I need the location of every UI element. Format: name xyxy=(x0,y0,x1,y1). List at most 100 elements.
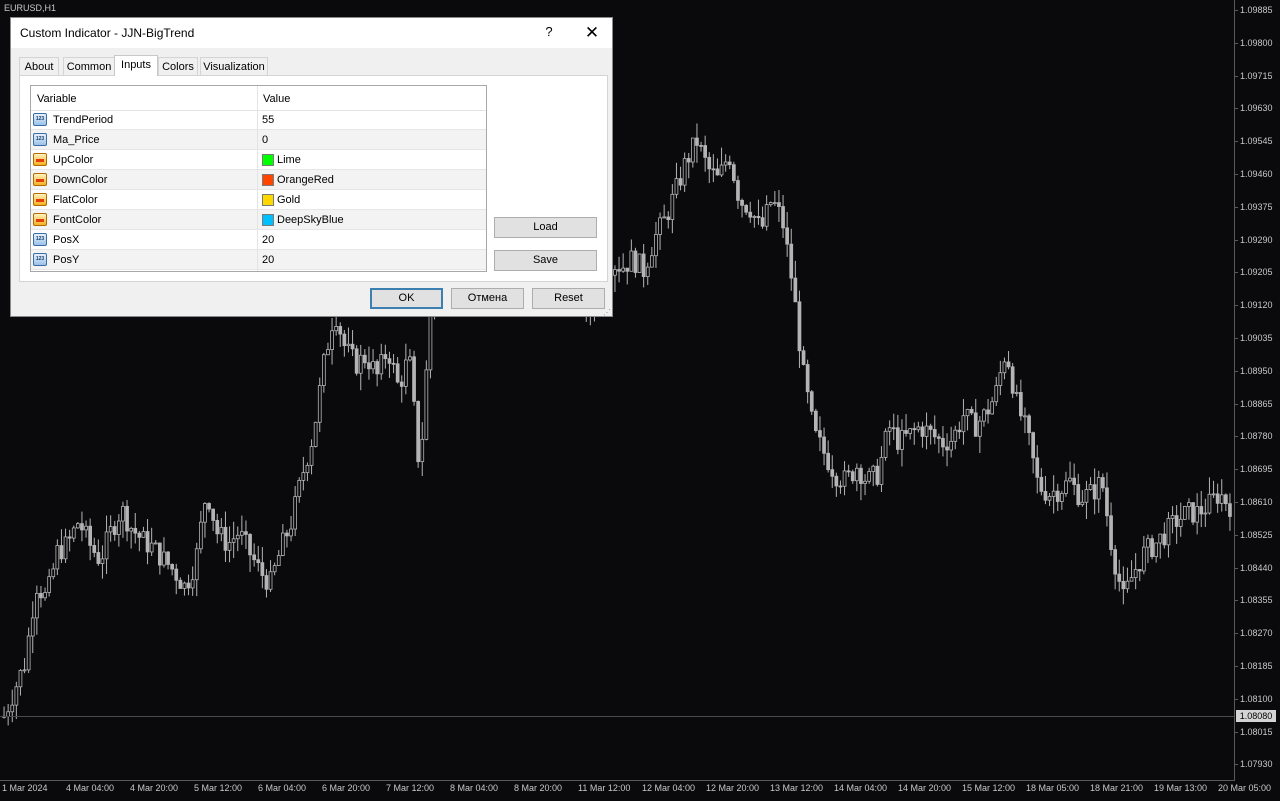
candle-body xyxy=(1080,501,1085,506)
candle-body xyxy=(994,385,999,403)
candle-body xyxy=(1199,506,1204,515)
candle-body xyxy=(174,568,179,581)
candle-body xyxy=(1219,494,1224,504)
input-row-fontcolor[interactable]: FontColor DeepSkyBlue xyxy=(31,210,486,230)
candle-body xyxy=(768,202,773,206)
column-divider[interactable] xyxy=(257,86,258,271)
candle-body xyxy=(1051,490,1056,497)
price-axis-label: 1.08185 xyxy=(1240,661,1273,671)
candle-body xyxy=(321,354,326,386)
candle-body xyxy=(47,576,52,593)
candle-body xyxy=(732,164,736,181)
input-row-trendperiod[interactable]: TrendPeriod 55 xyxy=(31,110,486,130)
candle-body xyxy=(244,531,248,535)
candle-body xyxy=(354,348,359,374)
input-row-flatcolor[interactable]: FlatColor Gold xyxy=(31,190,486,210)
save-button[interactable]: Save xyxy=(494,250,597,271)
help-button[interactable]: ? xyxy=(539,22,559,42)
candle-body xyxy=(268,571,273,590)
input-value[interactable]: OrangeRed xyxy=(277,174,334,186)
resize-grip-icon[interactable]: ⋰ xyxy=(603,308,611,317)
candle-body xyxy=(715,168,720,176)
time-axis-label: 20 Mar 05:00 xyxy=(1218,783,1272,793)
candle-body xyxy=(317,385,322,423)
input-row-ma-price[interactable]: Ma_Price 0 xyxy=(31,130,486,150)
price-axis-label: 1.09460 xyxy=(1240,169,1273,179)
candle-body xyxy=(190,579,195,589)
candle-body xyxy=(71,527,76,539)
time-axis-label: 18 Mar 05:00 xyxy=(1026,783,1080,793)
color-swatch[interactable] xyxy=(262,154,274,166)
candle-body xyxy=(937,436,941,439)
candle-body xyxy=(842,470,847,487)
input-row-upcolor[interactable]: UpColor Lime xyxy=(31,150,486,170)
time-axis-label: 8 Mar 04:00 xyxy=(450,783,499,793)
candle-body xyxy=(18,670,23,688)
close-button[interactable]: ✕ xyxy=(581,22,603,44)
candle-body xyxy=(211,508,215,521)
candle-body xyxy=(850,471,855,482)
input-value[interactable]: 20 xyxy=(262,254,274,266)
numeric-param-icon xyxy=(33,113,47,126)
color-swatch[interactable] xyxy=(262,214,274,226)
load-button[interactable]: Load xyxy=(494,217,597,238)
input-value[interactable]: Lime xyxy=(277,154,301,166)
tab-colors[interactable]: Colors xyxy=(158,57,198,75)
ok-button[interactable]: OK xyxy=(370,288,443,309)
cancel-button[interactable]: Отмена xyxy=(451,288,524,309)
candle-body xyxy=(137,532,142,538)
candle-body xyxy=(1072,477,1076,485)
input-value[interactable]: 0 xyxy=(262,134,268,146)
candle-body xyxy=(326,349,330,356)
candle-body xyxy=(666,216,671,221)
candle-body xyxy=(875,465,880,485)
candle-body xyxy=(834,475,839,487)
candle-body xyxy=(846,470,851,473)
time-axis-label: 4 Mar 20:00 xyxy=(130,783,179,793)
candle-body xyxy=(797,301,802,352)
candle-body xyxy=(978,420,982,437)
candle-body xyxy=(904,430,908,434)
price-axis-tick xyxy=(1234,206,1238,208)
candle-body xyxy=(674,178,679,195)
color-swatch[interactable] xyxy=(262,174,274,186)
time-axis-label: 8 Mar 20:00 xyxy=(514,783,563,793)
input-row-posy[interactable]: PosY 20 xyxy=(31,250,486,270)
price-axis-tick xyxy=(1234,534,1238,536)
candle-body xyxy=(1121,580,1126,590)
candle-body xyxy=(1183,506,1187,520)
price-axis-label: 1.08270 xyxy=(1240,628,1273,639)
tab-common[interactable]: Common xyxy=(63,57,115,75)
candle-body xyxy=(391,362,396,365)
candle-body xyxy=(1113,549,1117,575)
price-axis-tick xyxy=(1234,338,1238,339)
input-value[interactable]: Gold xyxy=(277,194,300,206)
candle-body xyxy=(650,255,654,268)
input-value[interactable]: DeepSkyBlue xyxy=(277,214,344,226)
price-axis-label: 1.08015 xyxy=(1240,726,1273,737)
input-value[interactable]: 55 xyxy=(262,114,274,126)
column-header-variable[interactable]: Variable xyxy=(37,93,77,105)
color-param-icon xyxy=(33,213,47,226)
inputs-table[interactable]: Variable Value TrendPeriod 55 Ma_Price 0 UpC… xyxy=(30,85,487,272)
candle-body xyxy=(35,592,39,619)
candle-body xyxy=(953,429,958,442)
tab-inputs[interactable]: Inputs xyxy=(114,55,158,76)
candle-body xyxy=(826,452,831,471)
candle-body xyxy=(416,400,421,463)
candle-body xyxy=(428,309,433,371)
reset-button[interactable]: Reset xyxy=(532,288,605,309)
input-row-posx[interactable]: PosX 20 xyxy=(31,230,486,250)
time-axis-label: 12 Mar 04:00 xyxy=(642,783,696,793)
candle-body xyxy=(1142,546,1146,572)
column-header-value[interactable]: Value xyxy=(263,93,290,105)
candle-body xyxy=(682,158,687,186)
tab-about[interactable]: About xyxy=(19,57,59,75)
tab-visualization[interactable]: Visualization xyxy=(200,57,268,75)
dialog-titlebar[interactable]: Custom Indicator - JJN-BigTrend ? ✕ xyxy=(11,18,612,48)
time-axis-label: 6 Mar 20:00 xyxy=(322,783,371,793)
price-axis-tick xyxy=(1234,239,1238,241)
input-value[interactable]: 20 xyxy=(262,234,274,246)
input-row-downcolor[interactable]: DownColor OrangeRed xyxy=(31,170,486,190)
color-swatch[interactable] xyxy=(262,194,274,206)
